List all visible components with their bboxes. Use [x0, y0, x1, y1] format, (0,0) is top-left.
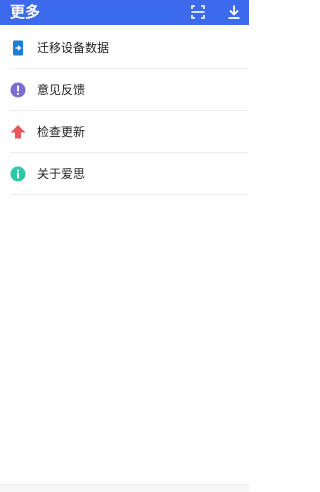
menu-item-migrate-data[interactable]: 迁移设备数据 [10, 27, 248, 69]
feedback-icon [10, 82, 26, 98]
migrate-device-icon [10, 40, 26, 56]
menu-item-about[interactable]: 关于爱思 [10, 153, 248, 195]
menu-item-label: 意见反馈 [37, 83, 86, 97]
app-root: 更多 迁移设备数据 意见反馈 检查更新 关于爱思 [0, 0, 249, 492]
info-icon [10, 166, 26, 182]
scan-icon [191, 5, 205, 19]
update-arrow-icon [10, 124, 26, 140]
bottom-edge [0, 484, 249, 492]
menu-item-label: 检查更新 [37, 125, 86, 139]
more-menu-list: 迁移设备数据 意见反馈 检查更新 关于爱思 [0, 27, 249, 195]
page-title: 更多 [10, 3, 41, 21]
top-bar: 更多 [0, 0, 249, 25]
menu-item-label: 关于爱思 [37, 167, 86, 181]
download-icon [228, 5, 240, 19]
scan-button[interactable] [190, 4, 206, 20]
menu-item-check-update[interactable]: 检查更新 [10, 111, 248, 153]
menu-item-label: 迁移设备数据 [37, 41, 110, 55]
download-button[interactable] [226, 4, 242, 20]
menu-item-feedback[interactable]: 意见反馈 [10, 69, 248, 111]
